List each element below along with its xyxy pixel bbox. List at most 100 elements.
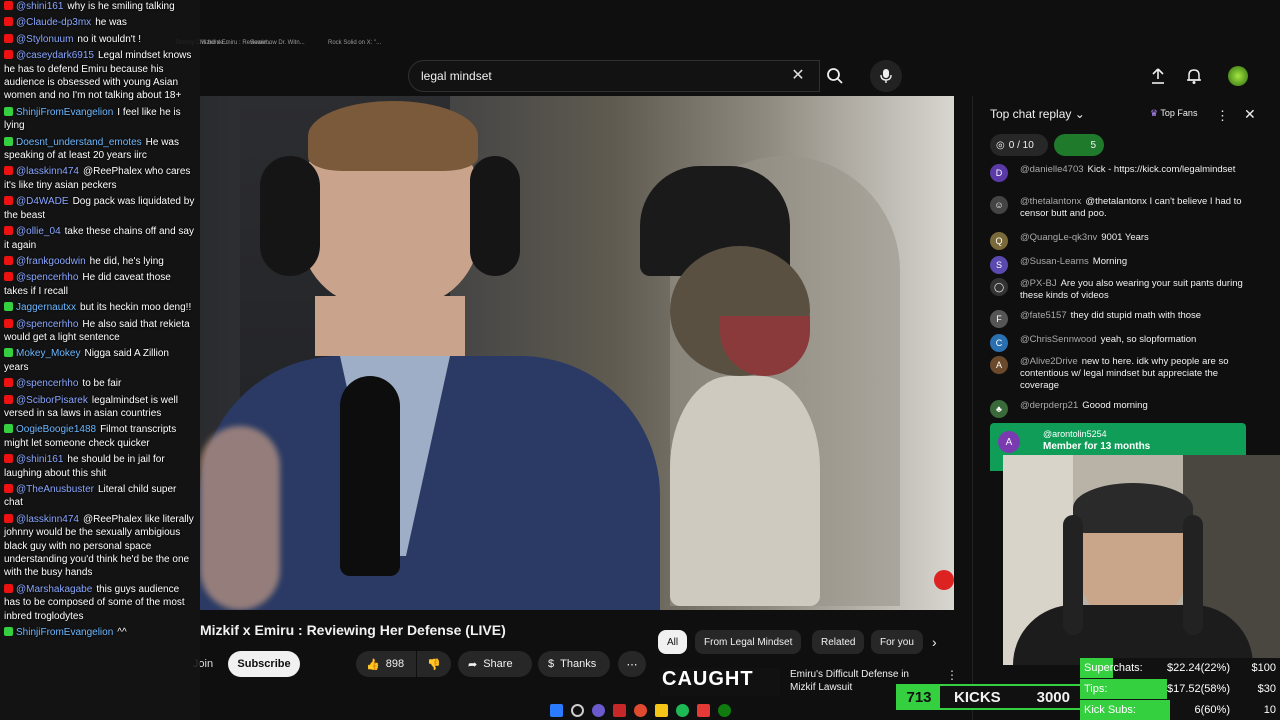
chat-username[interactable]: @QuangLe-qk3nv <box>1020 232 1097 243</box>
search-input[interactable]: legal mindset <box>408 60 820 92</box>
chat-username[interactable]: @shini161 <box>16 454 63 465</box>
chat-avatar[interactable]: D <box>990 164 1008 182</box>
share-icon: ➦ <box>468 658 478 671</box>
webcam-overlay <box>1003 455 1280 665</box>
stat-label: Kick Subs: <box>1084 704 1136 716</box>
recommended-thumbnail[interactable]: CAUGHT <box>660 668 780 696</box>
share-button[interactable]: ➦ Share <box>458 651 532 677</box>
like-button[interactable]: 👍 898 <box>356 651 416 677</box>
discord-icon[interactable] <box>591 703 605 717</box>
chat-avatar[interactable]: A <box>990 356 1008 374</box>
avatar[interactable] <box>1228 66 1248 86</box>
more-vert-icon[interactable]: ⋮ <box>946 668 958 682</box>
chip-all[interactable]: All <box>658 630 688 654</box>
clear-search-icon[interactable]: ✕ <box>788 66 808 86</box>
search-icon[interactable] <box>570 703 584 717</box>
thanks-button[interactable]: $ Thanks <box>538 651 610 677</box>
chat-username[interactable]: @caseydark6915 <box>16 50 94 61</box>
chat-username[interactable]: @Stylonuum <box>16 34 73 45</box>
chat-username[interactable]: Mokey_Mokey <box>16 348 80 359</box>
more-actions-button[interactable]: ⋯ <box>618 651 646 677</box>
chat-username[interactable]: @ChrisSennwood <box>1020 334 1097 345</box>
upload-icon[interactable] <box>1146 64 1170 88</box>
video-player[interactable] <box>200 96 954 610</box>
chat-username[interactable]: @fate5157 <box>1020 310 1067 321</box>
chat-username[interactable]: @D4WADE <box>16 196 69 207</box>
notifications-bell-icon[interactable] <box>1182 64 1206 88</box>
chat-username[interactable]: @shini161 <box>16 1 63 12</box>
browser-tab[interactable]: Rock Solid on X: "... <box>328 40 381 46</box>
search-icon[interactable] <box>820 60 850 92</box>
stat-goal: $30 <box>1257 683 1276 695</box>
chat-avatar[interactable]: C <box>990 334 1008 352</box>
browser-tab[interactable]: Somehow Dr. Witn... <box>250 40 305 46</box>
chat-username[interactable]: OogieBoogie1488 <box>16 424 96 435</box>
microphone-icon[interactable] <box>870 60 902 92</box>
kick-badge-icon <box>4 136 13 146</box>
chevron-right-icon[interactable]: › <box>932 634 937 650</box>
start-icon[interactable] <box>549 703 563 717</box>
chat-username[interactable]: @frankgoodwin <box>16 256 86 267</box>
chat-avatar[interactable]: ◯ <box>990 278 1008 296</box>
chat-avatar[interactable]: ♣ <box>990 400 1008 418</box>
dislike-button[interactable]: 👎 <box>417 651 451 677</box>
close-icon[interactable]: ✕ <box>1244 106 1256 123</box>
folder-icon[interactable] <box>654 703 668 717</box>
chat-username[interactable]: Jaggernautxx <box>16 302 76 313</box>
chat-username[interactable]: @Claude-dp3mx <box>16 17 91 28</box>
chat-username[interactable]: @TheAnusbuster <box>16 484 94 495</box>
chat-username[interactable]: @danielle4703 <box>1020 164 1084 175</box>
chat-mode-dropdown[interactable]: Top chat replay ⌄ <box>990 107 1085 121</box>
chat-text: Goood morning <box>1082 400 1148 411</box>
gift-count-badge[interactable]: 5 <box>1054 134 1104 156</box>
chat-username[interactable]: @derpderp21 <box>1020 400 1078 411</box>
chat-avatar[interactable]: Q <box>990 232 1008 250</box>
chip-from-channel[interactable]: From Legal Mindset <box>695 630 802 654</box>
kick-badge-icon <box>4 348 13 358</box>
goal-badge[interactable]: ◎ 0 / 10 <box>990 134 1048 156</box>
crown-icon: ♛ <box>1150 108 1159 118</box>
xbox-icon[interactable] <box>717 703 731 717</box>
stat-value: 6(60%) <box>1194 704 1230 716</box>
spotify-icon[interactable] <box>675 703 689 717</box>
chip-for-you[interactable]: For you <box>871 630 923 654</box>
browser-tab-strip: Mizkif x Emiru : Reviewin... Tommy C is … <box>175 0 1280 52</box>
chat-username[interactable]: @Marshakagabe <box>16 584 92 595</box>
chip-related[interactable]: Related <box>812 630 865 654</box>
chat-username[interactable]: @ollie_04 <box>16 226 61 237</box>
chat-username[interactable]: @thetalantonx <box>1020 196 1081 207</box>
top-fans-label[interactable]: ♛ Top Fans <box>1150 108 1197 119</box>
chat-text: to be fair <box>82 378 122 390</box>
chat-username[interactable]: @lasskinn474 <box>16 514 79 525</box>
subscribe-button[interactable]: Subscribe <box>228 651 300 677</box>
chat-avatar[interactable]: F <box>990 310 1008 328</box>
chat-message: @SciborPisarek legalmindset is well verse… <box>4 394 196 421</box>
chat-username[interactable]: @PX-BJ <box>1020 278 1057 289</box>
chat-message: @lasskinn474 @ReePhalex like literally jo… <box>4 513 196 580</box>
browser-icon[interactable] <box>633 703 647 717</box>
overlay-chat-panel: @shini161 why is he smiling talking @Claud… <box>0 0 200 720</box>
subscribe-watermark-icon <box>934 570 954 590</box>
obs-icon[interactable] <box>612 703 626 717</box>
stat-text: Kick Subs: 6(60%) <box>1080 704 1230 716</box>
chat-username[interactable]: ShinjiFromEvangelion <box>16 627 113 638</box>
chat-username[interactable]: @SciborPisarek <box>16 395 88 406</box>
more-vert-icon[interactable]: ⋮ <box>1216 108 1229 124</box>
app-icon[interactable] <box>696 703 710 717</box>
chat-username[interactable]: Doesnt_understand_emotes <box>16 137 142 148</box>
chat-username[interactable]: ShinjiFromEvangelion <box>16 107 113 118</box>
chat-avatar[interactable]: S <box>990 256 1008 274</box>
chat-username[interactable]: @Susan-Learns <box>1020 256 1089 267</box>
chat-username[interactable]: @spencerhho <box>16 319 78 330</box>
chat-username[interactable]: @Alive2Drive <box>1020 356 1078 367</box>
stat-row: Superchats: $22.24(22%) $100 <box>1080 658 1280 678</box>
thanks-label: Thanks <box>560 658 597 670</box>
thanks-icon: $ <box>548 658 555 670</box>
chat-username[interactable]: @spencerhho <box>16 272 78 283</box>
chat-username[interactable]: @spencerhho <box>16 378 78 389</box>
member-avatar: A <box>998 431 1020 453</box>
youtube-badge-icon <box>4 166 13 176</box>
chat-avatar[interactable]: ☺ <box>990 196 1008 214</box>
stat-row: Kick Subs: 6(60%) 10 <box>1080 700 1280 720</box>
chat-username[interactable]: @lasskinn474 <box>16 166 79 177</box>
